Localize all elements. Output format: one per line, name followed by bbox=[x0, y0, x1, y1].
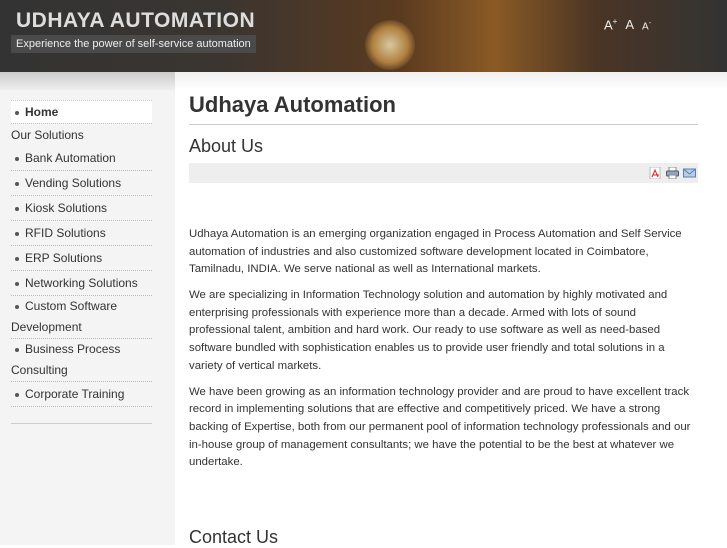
nav-label: Corporate Training bbox=[25, 387, 125, 401]
font-increase-button[interactable]: A+ bbox=[604, 17, 617, 32]
nav-label: Vending Solutions bbox=[25, 176, 122, 190]
nav-item-erp-solutions[interactable]: ERP Solutions bbox=[11, 246, 152, 271]
site-tagline: Experience the power of self-service aut… bbox=[11, 35, 256, 53]
nav-item-corporate-training[interactable]: Corporate Training bbox=[11, 382, 152, 407]
bullet-icon bbox=[15, 392, 19, 397]
nav-item-vending-solutions[interactable]: Vending Solutions bbox=[11, 171, 152, 196]
nav-label: Kiosk Solutions bbox=[25, 201, 108, 215]
nav-label: RFID Solutions bbox=[25, 226, 106, 240]
nav-section-our-solutions[interactable]: Our Solutions bbox=[11, 124, 152, 146]
nav-label: Bank Automation bbox=[25, 151, 116, 165]
page-title: Udhaya Automation bbox=[189, 90, 698, 125]
main-content: Udhaya Automation About Us Udhaya Automa… bbox=[189, 90, 698, 548]
nav-item-custom-software[interactable]: Custom Software Development bbox=[11, 296, 152, 339]
bullet-icon bbox=[15, 347, 19, 352]
email-icon[interactable] bbox=[683, 167, 696, 179]
sunset-graphic bbox=[365, 20, 415, 70]
bullet-icon bbox=[15, 304, 19, 309]
font-size-tools: A+ A A- bbox=[604, 17, 651, 32]
nav-item-business-process[interactable]: Business Process Consulting bbox=[11, 339, 152, 382]
bullet-icon bbox=[15, 156, 19, 161]
font-reset-button[interactable]: A bbox=[625, 17, 634, 32]
print-icon[interactable] bbox=[666, 167, 679, 179]
nav-divider bbox=[11, 407, 152, 424]
nav-item-bank-automation[interactable]: Bank Automation bbox=[11, 146, 152, 171]
bullet-icon bbox=[15, 110, 19, 115]
bullet-icon bbox=[15, 206, 19, 211]
nav-label-cont: Development bbox=[11, 320, 82, 334]
bullet-icon bbox=[15, 181, 19, 186]
bullet-icon bbox=[15, 256, 19, 261]
nav-item-kiosk-solutions[interactable]: Kiosk Solutions bbox=[11, 196, 152, 221]
paragraph: We have been growing as an information t… bbox=[189, 385, 691, 469]
sidebar: Home Our Solutions Bank Automation Vendi… bbox=[0, 90, 175, 545]
article-toolbar bbox=[189, 163, 698, 183]
article-body: Udhaya Automation is an emerging organiz… bbox=[189, 226, 698, 472]
bullet-icon bbox=[15, 231, 19, 236]
paragraph: Udhaya Automation is an emerging organiz… bbox=[189, 228, 682, 276]
nav-label: ERP Solutions bbox=[25, 251, 103, 265]
sidebar-top-shade bbox=[0, 72, 175, 90]
nav-item-rfid-solutions[interactable]: RFID Solutions bbox=[11, 221, 152, 246]
nav-item-home[interactable]: Home bbox=[11, 100, 152, 124]
nav-label: Home bbox=[25, 105, 59, 119]
nav-label: Business Process bbox=[25, 342, 121, 356]
main-menu: Home Our Solutions Bank Automation Vendi… bbox=[11, 100, 152, 424]
article-title: About Us bbox=[189, 136, 264, 156]
pdf-icon[interactable] bbox=[649, 167, 662, 179]
font-decrease-button[interactable]: A- bbox=[642, 20, 651, 32]
nav-label: Networking Solutions bbox=[25, 276, 138, 290]
site-title[interactable]: UDHAYA AUTOMATION bbox=[16, 9, 255, 33]
nav-item-networking-solutions[interactable]: Networking Solutions bbox=[11, 271, 152, 296]
header-banner: UDHAYA AUTOMATION Experience the power o… bbox=[0, 0, 727, 72]
paragraph: We are specializing in Information Techn… bbox=[189, 289, 668, 372]
bullet-icon bbox=[15, 281, 19, 286]
nav-label-cont: Consulting bbox=[11, 363, 68, 377]
nav-label: Custom Software bbox=[25, 299, 118, 313]
